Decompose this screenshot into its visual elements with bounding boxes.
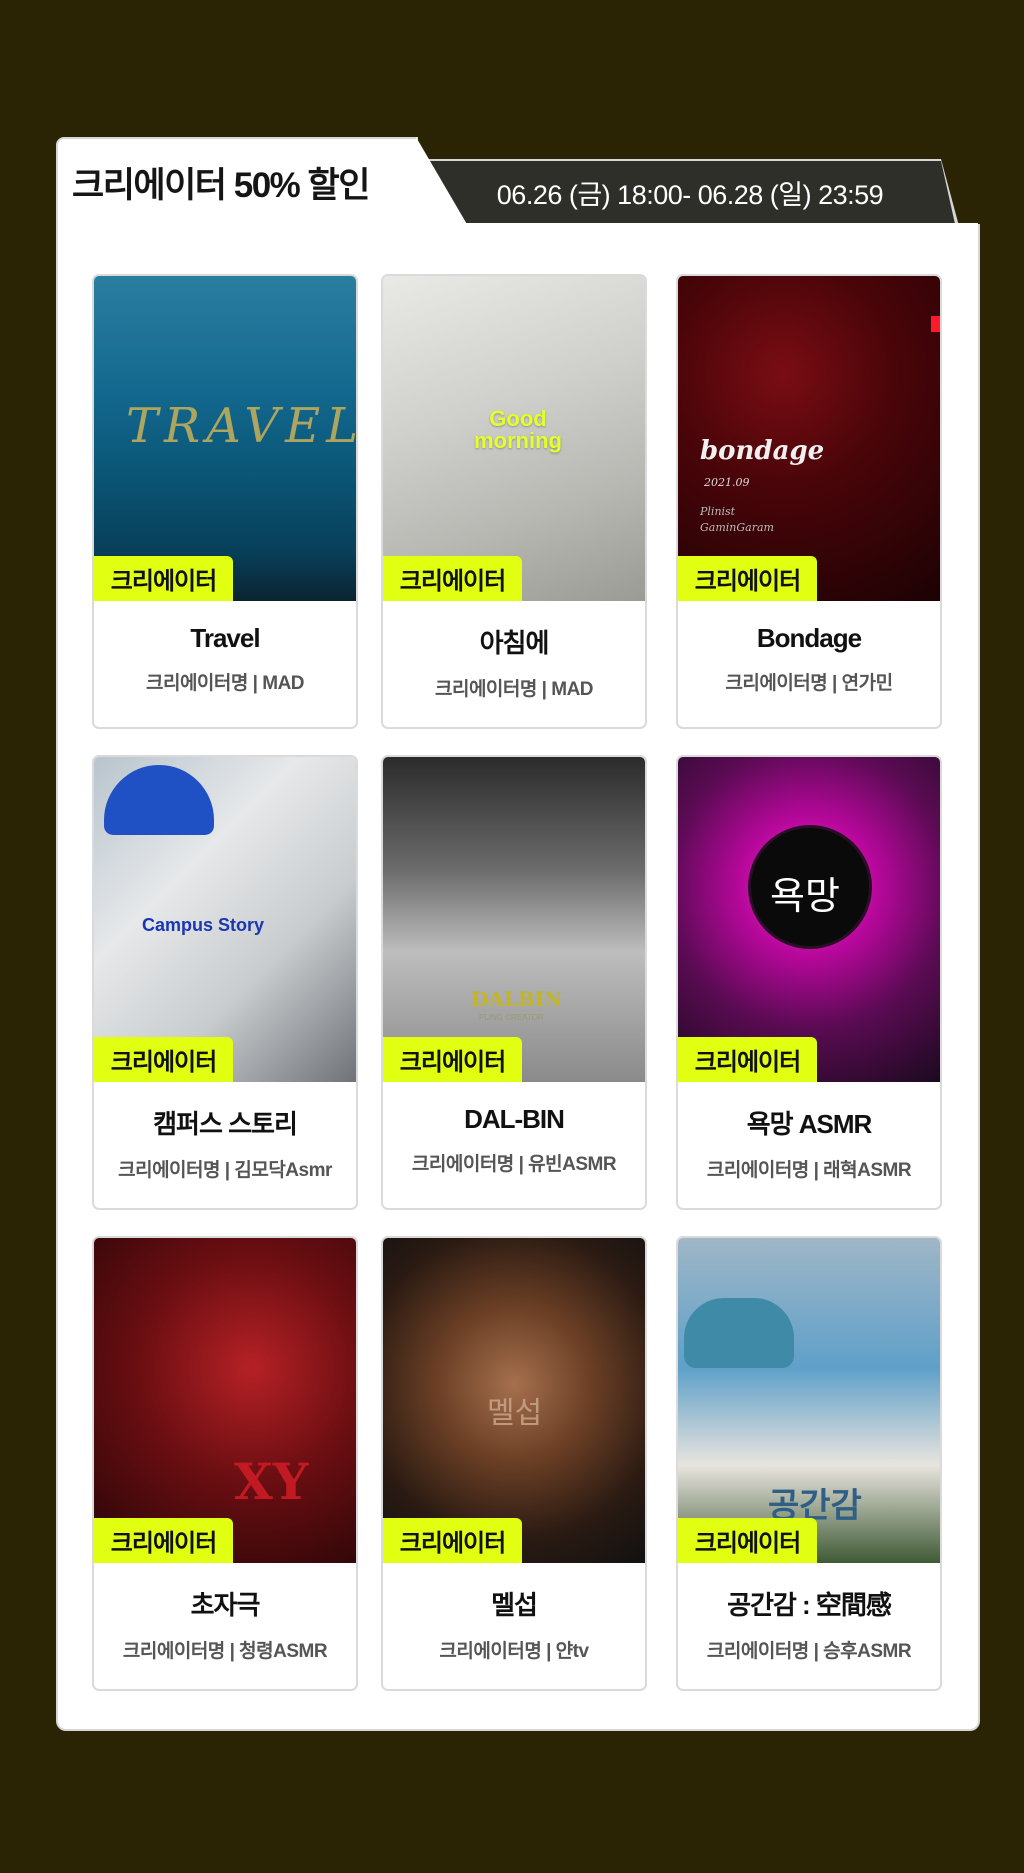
cover-image: 공간감 크리에이터 [678, 1238, 940, 1563]
card-creator: 크리에이터명 | 얀tv [439, 1641, 589, 1662]
cover-image: Good morning 크리에이터 [383, 276, 645, 601]
title-tab: 크리에이터 50% 할인 [56, 137, 468, 226]
creator-badge: 크리에이터 [94, 556, 233, 601]
card-creator: 크리에이터명 | MAD [434, 679, 594, 700]
car-shape [684, 1298, 794, 1368]
cover-image: Campus Story 크리에이터 [94, 757, 356, 1082]
product-card[interactable]: 공간감 크리에이터 공간감 : 空間感 크리에이터명 | 승후ASMR [676, 1236, 942, 1691]
product-card[interactable]: 욕망 크리에이터 욕망 ASMR 크리에이터명 | 래혁ASMR [676, 755, 942, 1210]
product-card[interactable]: TRAVEL 크리에이터 Travel 크리에이터명 | MAD [92, 274, 358, 729]
card-title: DAL-BIN [464, 1104, 565, 1134]
creator-badge: 크리에이터 [678, 1518, 817, 1563]
card-title: Travel [190, 623, 260, 653]
card-creator: 크리에이터명 | MAD [145, 673, 305, 694]
promo-title: 크리에이터 50% 할인 [72, 166, 370, 205]
card-creator: 크리에이터명 | 유빈ASMR [411, 1154, 617, 1175]
product-card[interactable]: 멜섭 크리에이터 멜섭 크리에이터명 | 얀tv [381, 1236, 647, 1691]
promo-period: 06.26 (금) 18:00- 06.28 (일) 23:59 [496, 180, 884, 210]
product-card[interactable]: Good morning 크리에이터 아침에 크리에이터명 | MAD [381, 274, 647, 729]
product-card[interactable]: bondage 2021.09 Plinist GaminGaram 크리에이터… [676, 274, 942, 729]
card-title: 욕망 ASMR [746, 1109, 873, 1139]
cover-text: Campus Story [142, 915, 265, 935]
cover-image: TRAVEL 크리에이터 [94, 276, 356, 601]
card-creator: 크리에이터명 | 청령ASMR [122, 1641, 328, 1662]
cover-credit: PLING CREATOR [479, 1013, 544, 1022]
product-card[interactable]: DALBIN PLING CREATOR 크리에이터 DAL-BIN 크리에이터… [381, 755, 647, 1210]
product-card[interactable]: Campus Story 크리에이터 캠퍼스 스토리 크리에이터명 | 김모닥A… [92, 755, 358, 1210]
cover-text: XY [234, 1452, 309, 1511]
product-card[interactable]: XY 크리에이터 초자극 크리에이터명 | 청령ASMR [92, 1236, 358, 1691]
card-creator: 크리에이터명 | 연가민 [725, 673, 893, 694]
cover-date: 2021.09 [704, 476, 750, 489]
cover-text: Good morning [474, 406, 562, 453]
card-title: 공간감 : 空間感 [727, 1590, 892, 1620]
cover-image: 멜섭 크리에이터 [383, 1238, 645, 1563]
cover-text: TRAVEL [126, 398, 356, 454]
card-creator: 크리에이터명 | 승후ASMR [706, 1641, 912, 1662]
card-title: 캠퍼스 스토리 [153, 1109, 298, 1139]
corner-marker [931, 316, 940, 332]
cover-image: bondage 2021.09 Plinist GaminGaram 크리에이터 [678, 276, 940, 601]
promo-panel: 06.26 (금) 18:00- 06.28 (일) 23:59 크리에이터 5… [56, 137, 980, 1731]
cover-image: 욕망 크리에이터 [678, 757, 940, 1082]
date-tab: 06.26 (금) 18:00- 06.28 (일) 23:59 [401, 161, 955, 224]
cover-image: DALBIN PLING CREATOR 크리에이터 [383, 757, 645, 1082]
creator-badge: 크리에이터 [94, 1037, 233, 1082]
creator-badge: 크리에이터 [383, 556, 522, 601]
cover-image: XY 크리에이터 [94, 1238, 356, 1563]
card-creator: 크리에이터명 | 김모닥Asmr [118, 1160, 332, 1181]
cover-credit: Plinist GaminGaram [700, 505, 774, 534]
creator-badge: 크리에이터 [94, 1518, 233, 1563]
card-creator: 크리에이터명 | 래혁ASMR [706, 1160, 912, 1181]
cap-shape [104, 765, 214, 835]
cover-text: DALBIN [471, 987, 563, 1011]
creator-badge: 크리에이터 [383, 1037, 522, 1082]
creator-badge: 크리에이터 [383, 1518, 522, 1563]
cover-text: 멜섭 [487, 1397, 543, 1430]
tab-joiner [58, 223, 978, 229]
card-title: 초자극 [190, 1590, 261, 1620]
card-title: Bondage [756, 623, 862, 653]
card-title: 멜섭 [491, 1590, 538, 1620]
cover-text: 욕망 [770, 876, 840, 918]
creator-badge: 크리에이터 [678, 556, 817, 601]
cover-text: bondage [700, 436, 825, 466]
card-title: 아침에 [479, 628, 550, 658]
creator-badge: 크리에이터 [678, 1037, 817, 1082]
